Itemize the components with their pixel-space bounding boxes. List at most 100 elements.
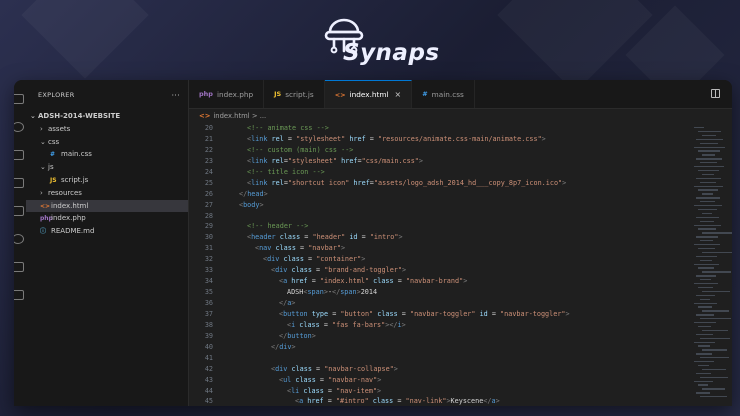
line-number: 40	[204, 342, 213, 351]
explorer-item-resources[interactable]: › resources	[26, 187, 188, 200]
more-actions-icon[interactable]: ···	[171, 91, 180, 100]
minimap-line	[694, 127, 704, 129]
line-number: 35	[204, 288, 213, 297]
explorer-item-css[interactable]: ⌄ css	[26, 136, 188, 149]
search-icon[interactable]	[14, 122, 24, 132]
minimap-line	[696, 197, 720, 199]
minimap-line	[700, 396, 727, 398]
tab-main-css[interactable]: # main.css	[412, 80, 475, 108]
line-number: 21	[204, 134, 213, 143]
explorer-item-label: assets	[48, 124, 71, 133]
files-icon[interactable]	[14, 94, 24, 104]
explorer-item-script-js[interactable]: JS script.js	[26, 174, 188, 187]
breadcrumb-file[interactable]: index.html	[213, 112, 249, 120]
project-name: ADSH-2014-WEBSITE	[38, 112, 121, 120]
minimap-line	[694, 205, 722, 207]
minimap-line	[694, 322, 716, 324]
breadcrumb: <> index.html > ...	[189, 109, 732, 123]
minimap-line	[694, 244, 720, 246]
tab-index-php[interactable]: php index.php	[189, 80, 265, 108]
minimap-line	[698, 150, 720, 152]
minimap[interactable]	[692, 123, 732, 406]
line-number: 34	[204, 277, 213, 286]
minimap-line	[694, 302, 717, 304]
code-line: 32 <div class = "container">	[189, 254, 686, 265]
line-number: 39	[204, 331, 213, 340]
split-editor-icon[interactable]	[711, 89, 720, 98]
tab-script-js[interactable]: JS script.js	[264, 80, 325, 108]
code-text: <!-- header -->	[247, 222, 309, 231]
line-number: 30	[204, 233, 213, 242]
line-number: 36	[204, 299, 213, 307]
minimap-line	[702, 329, 728, 332]
minimap-line	[700, 337, 730, 339]
code-line: 42 <div class = "navbar-collapse">	[189, 364, 686, 375]
code-text: </head>	[239, 189, 268, 198]
code-text: <a href = "index.html" class = "navbar-b…	[279, 277, 468, 286]
run-debug-icon[interactable]	[14, 178, 24, 188]
minimap-line	[696, 333, 713, 336]
minimap-line	[696, 177, 721, 180]
explorer-item-assets[interactable]: › assets	[26, 123, 188, 136]
chevron-right-icon: ›	[40, 124, 43, 133]
explorer-item-label: README.md	[51, 227, 95, 236]
explorer-header: EXPLORER ···	[26, 80, 188, 110]
tab-label: index.html	[349, 90, 389, 99]
code-line: 29 <!-- header -->	[189, 221, 686, 232]
code-text: <ul class = "navbar-nav">	[279, 375, 382, 384]
minimap-line	[694, 185, 723, 187]
line-number: 38	[204, 320, 213, 329]
minimap-line	[702, 212, 712, 215]
code-text: <nav class = "navbar">	[255, 244, 346, 253]
extensions-icon[interactable]	[14, 206, 24, 216]
code-text: <link rel = "stylesheet" href = "resourc…	[247, 134, 546, 143]
testing-icon[interactable]	[14, 262, 24, 272]
tab-index-html[interactable]: <> index.html ×	[324, 80, 413, 108]
php-file-icon: php	[199, 90, 213, 98]
minimap-line	[700, 142, 718, 144]
code-line: 44 <li class = "nav-item">	[189, 386, 686, 397]
minimap-line	[698, 345, 710, 347]
code-line: 41	[189, 353, 686, 364]
docker-icon[interactable]	[14, 290, 24, 300]
minimap-line	[700, 298, 710, 300]
code-text: <link rel="shortcut icon" href="assets/l…	[247, 178, 567, 187]
code-line: 23 <link rel="stylesheet" href="css/main.…	[189, 156, 686, 167]
code-line: 36 </a>	[189, 298, 686, 309]
explorer-item-index-php[interactable]: phpindex.php	[26, 212, 188, 225]
close-icon[interactable]: ×	[395, 90, 402, 99]
minimap-line	[694, 283, 718, 285]
remote-icon[interactable]	[14, 234, 24, 244]
code-editor[interactable]: 20 <!-- animate css --> 21 <link rel = "sty…	[189, 123, 686, 406]
line-number: 22	[204, 145, 213, 154]
vscode-window: EXPLORER ··· ⌄ ADSH-2014-WEBSITE › assets ⌄…	[14, 80, 732, 406]
code-text: <div class = "brand-and-toggler">	[271, 266, 407, 275]
code-line: 20 <!-- animate css -->	[189, 123, 686, 134]
explorer-item-main-css[interactable]: # main.css	[26, 148, 188, 161]
project-root[interactable]: ⌄ ADSH-2014-WEBSITE	[26, 110, 188, 123]
brand-name: Synaps	[343, 40, 440, 66]
code-text: <div class = "container">	[263, 255, 366, 264]
code-text: <li class = "nav-item">	[287, 386, 382, 395]
minimap-line	[698, 306, 712, 308]
explorer-item-readme-md[interactable]: ⓘ README.md	[26, 225, 188, 238]
minimap-line	[698, 247, 715, 250]
minimap-line	[700, 201, 715, 203]
explorer-item-js[interactable]: ⌄ js	[26, 161, 188, 174]
minimap-line	[694, 341, 715, 343]
breadcrumb-more[interactable]: ...	[260, 112, 266, 120]
explorer-item-index-html[interactable]: <>index.html	[26, 199, 188, 213]
breadcrumb-separator: >	[251, 112, 258, 120]
minimap-line	[696, 392, 710, 394]
minimap-line	[698, 364, 709, 367]
minimap-line	[696, 255, 717, 258]
minimap-line	[694, 166, 724, 168]
minimap-line	[698, 228, 716, 230]
code-line: 30 <header class = "header" id = "intro">	[189, 232, 686, 243]
minimap-line	[696, 353, 712, 355]
explorer-item-label: css	[48, 137, 60, 146]
minimap-line	[694, 380, 713, 382]
tab-label: index.php	[216, 89, 254, 99]
source-control-icon[interactable]	[14, 150, 24, 160]
code-line: 24 <!-- title icon -->	[189, 167, 686, 178]
